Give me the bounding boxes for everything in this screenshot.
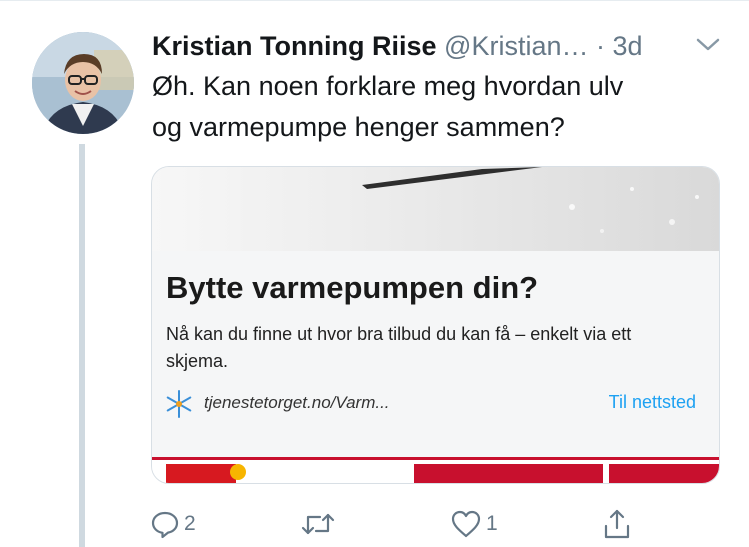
- card-domain[interactable]: tjenestetorget.no/Varm...: [204, 393, 390, 413]
- card-bottom-strip: [152, 457, 719, 483]
- visit-site-link[interactable]: Til nettsted: [609, 392, 696, 413]
- retweet-icon: [300, 509, 336, 539]
- snowflake-icon: [164, 389, 194, 419]
- share-icon: [602, 508, 632, 540]
- sun-icon: [230, 464, 246, 480]
- separator-dot: ·: [596, 31, 605, 61]
- tweet-text-line-1: Øh. Kan noen forklare meg hvordan ulv: [152, 71, 624, 101]
- like-count: 1: [486, 512, 498, 535]
- avatar[interactable]: [32, 32, 134, 134]
- author-name[interactable]: Kristian Tonning Riise: [152, 31, 437, 61]
- tweet-actions: 2 1: [150, 506, 740, 542]
- reply-button[interactable]: 2: [150, 506, 196, 542]
- brand-logo: [166, 464, 236, 483]
- timestamp[interactable]: 3d: [613, 31, 643, 61]
- card-button-1: [414, 464, 603, 483]
- tweet-header: Kristian Tonning Riise @Kristian… · 3d: [152, 28, 643, 64]
- share-button[interactable]: [602, 506, 632, 542]
- chevron-down-icon[interactable]: [694, 36, 722, 54]
- link-card[interactable]: Bytte varmepumpen din? Nå kan du finne u…: [151, 166, 720, 484]
- card-footer: tjenestetorget.no/Varm... Til nettsted: [164, 389, 704, 419]
- reply-count: 2: [184, 512, 196, 535]
- divider: [0, 0, 749, 1]
- author-handle[interactable]: @Kristian…: [444, 31, 588, 61]
- like-icon: [450, 509, 482, 539]
- card-title: Bytte varmepumpen din?: [166, 270, 539, 305]
- retweet-button[interactable]: [300, 506, 340, 542]
- thread-line: [79, 144, 85, 547]
- tweet-text-line-2: og varmepumpe henger sammen?: [152, 112, 565, 142]
- card-image: [152, 167, 719, 251]
- card-button-2: [609, 464, 719, 483]
- like-button[interactable]: 1: [450, 506, 498, 542]
- card-description: Nå kan du finne ut hvor bra tilbud du ka…: [166, 324, 632, 371]
- reply-icon: [150, 509, 180, 539]
- tweet-text: Øh. Kan noen forklare meg hvordan ulv og…: [152, 66, 732, 148]
